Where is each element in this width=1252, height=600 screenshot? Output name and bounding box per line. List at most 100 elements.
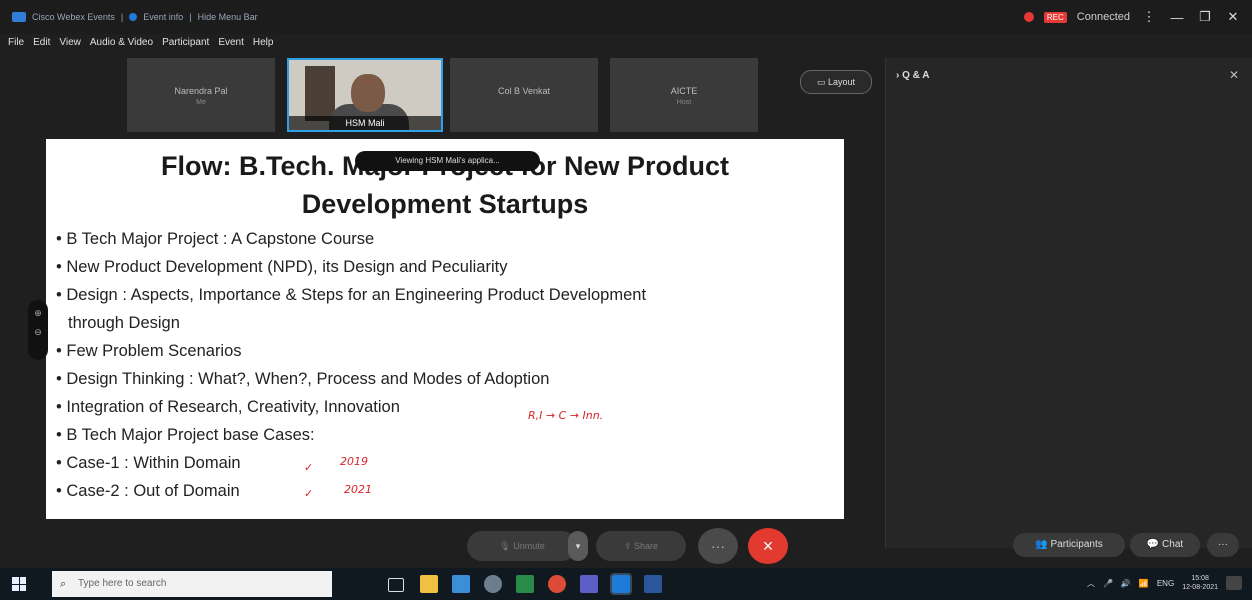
participant-name: HSM Mali: [289, 116, 441, 130]
app-title: Cisco Webex Events: [32, 12, 115, 22]
clock-time: 15:08: [1191, 575, 1209, 582]
chat-label: Chat: [1162, 539, 1184, 550]
zoom-in-icon[interactable]: ⊕: [28, 308, 48, 319]
menu-audio-video[interactable]: Audio & Video: [90, 37, 153, 48]
close-icon[interactable]: ✕: [1224, 9, 1242, 25]
bullet-item: • Case-2 : Out of Domain: [56, 482, 240, 500]
menu-event[interactable]: Event: [218, 37, 244, 48]
hide-menu-link[interactable]: Hide Menu Bar: [198, 12, 258, 22]
shared-slide: Flow: B.Tech. Major Project for New Prod…: [46, 139, 844, 519]
bullet-item: • Integration of Research, Creativity, I…: [56, 398, 400, 416]
bullet-item: • New Product Development (NPD), its Des…: [56, 258, 508, 276]
menu-participant[interactable]: Participant: [162, 37, 209, 48]
viewing-toast: Viewing HSM Mali's applica...: [355, 151, 540, 171]
chevron-right-icon: ›: [896, 70, 900, 81]
leave-meeting-button[interactable]: ×: [748, 528, 788, 564]
layout-button[interactable]: ▭ Layout: [800, 70, 872, 94]
task-view-icon[interactable]: [388, 578, 404, 592]
chevron-down-icon: ▾: [575, 541, 581, 551]
participant-tile[interactable]: AICTE Host: [610, 58, 758, 132]
layout-label: Layout: [828, 77, 856, 87]
more-options-button[interactable]: ···: [698, 528, 738, 564]
share-button[interactable]: ⇪ Share: [596, 531, 686, 561]
participant-tile[interactable]: Narendra Pal Me: [127, 58, 275, 132]
webex-taskbar-icon[interactable]: [610, 573, 632, 595]
participant-role: Me: [196, 99, 206, 106]
video-background: [305, 66, 335, 121]
participants-label: Participants: [1050, 539, 1103, 550]
search-placeholder: Type here to search: [78, 578, 167, 589]
menu-edit[interactable]: Edit: [33, 37, 50, 48]
bullet-item: • B Tech Major Project : A Capstone Cour…: [56, 230, 375, 248]
notification-icon[interactable]: [1226, 576, 1242, 590]
participant-role: Host: [676, 99, 692, 106]
calculator-icon[interactable]: [516, 575, 534, 593]
bullet-item: • Few Problem Scenarios: [56, 342, 242, 360]
settings-app-icon[interactable]: [484, 575, 502, 593]
windows-start-icon[interactable]: [12, 577, 26, 591]
rec-badge: REC: [1043, 11, 1067, 23]
handwritten-year: 2019: [340, 455, 368, 468]
teams-icon[interactable]: [580, 575, 598, 593]
chat-icon: 💬: [1146, 539, 1160, 550]
slide-title-line2: Development Startups: [301, 189, 589, 219]
close-icon: ×: [762, 536, 774, 556]
close-icon[interactable]: ✕: [1229, 68, 1239, 82]
menu-file[interactable]: File: [8, 37, 24, 48]
zoom-control: ⊕ ⊖: [28, 300, 48, 360]
clock-date: 12-08-2021: [1182, 584, 1218, 591]
audio-options-button[interactable]: ▾: [568, 531, 588, 561]
title-left: Cisco Webex Events | Event info | Hide M…: [12, 12, 258, 22]
mail-icon[interactable]: [452, 575, 470, 593]
more-vert-icon[interactable]: ⋮: [1140, 9, 1158, 25]
file-explorer-icon[interactable]: [420, 575, 438, 593]
unmute-label: Unmute: [513, 541, 545, 551]
network-icon[interactable]: 📶: [1139, 579, 1149, 588]
participant-name: Col B Venkat: [497, 86, 551, 96]
participant-tile[interactable]: Col B Venkat: [450, 58, 598, 132]
bullet-list: • B Tech Major Project : A Capstone Cour…: [56, 225, 836, 505]
participants-button[interactable]: 👥 Participants: [1013, 533, 1125, 557]
minimize-icon[interactable]: —: [1168, 10, 1186, 25]
microphone-icon: 🎙: [499, 541, 511, 551]
share-icon: ⇪: [623, 541, 632, 551]
title-right: REC Connected ⋮ — ❐ ✕: [1023, 9, 1242, 25]
chevron-up-icon[interactable]: ︿: [1087, 578, 1095, 589]
volume-icon[interactable]: 🔊: [1121, 579, 1131, 588]
event-info-link[interactable]: Event info: [143, 12, 183, 22]
webex-logo-icon: [12, 12, 26, 22]
people-icon: 👥: [1035, 539, 1048, 550]
taskbar: ⌕ Type here to search ︿ 🎤 🔊 📶 ENG 15:08 …: [0, 568, 1252, 600]
chrome-icon[interactable]: [548, 575, 566, 593]
bullet-continuation: through Design: [68, 314, 180, 332]
video-person-head: [351, 74, 385, 112]
microphone-tray-icon[interactable]: 🎤: [1103, 579, 1113, 588]
connection-status[interactable]: Connected: [1077, 11, 1130, 23]
more-icon: ···: [1218, 539, 1228, 550]
language-indicator[interactable]: ENG: [1157, 579, 1174, 588]
participant-name: Narendra Pal: [174, 86, 228, 96]
zoom-out-icon[interactable]: ⊖: [28, 327, 48, 338]
handwritten-checkmark: ✓: [304, 487, 314, 500]
title-bar: Cisco Webex Events | Event info | Hide M…: [0, 0, 1252, 34]
bullet-item: • B Tech Major Project base Cases:: [56, 426, 315, 444]
word-icon[interactable]: [644, 575, 662, 593]
record-icon: [1023, 12, 1034, 22]
participant-tile-active[interactable]: HSM Mali: [287, 58, 443, 132]
menu-help[interactable]: Help: [253, 37, 274, 48]
handwritten-annotation: R,I → C → Inn.: [528, 409, 604, 422]
more-icon: ···: [711, 538, 725, 554]
clock[interactable]: 15:08 12-08-2021: [1182, 574, 1218, 592]
qa-panel: › Q & A ✕: [885, 58, 1252, 548]
menu-view[interactable]: View: [59, 37, 81, 48]
bullet-item: • Case-1 : Within Domain: [56, 454, 241, 472]
qa-title: Q & A: [902, 70, 930, 81]
search-icon: ⌕: [60, 578, 67, 590]
taskbar-search-input[interactable]: ⌕ Type here to search: [52, 571, 332, 597]
chat-button[interactable]: 💬 Chat: [1130, 533, 1200, 557]
panel-overflow-button[interactable]: ···: [1207, 533, 1239, 557]
handwritten-checkmark: ✓: [304, 461, 314, 474]
qa-header[interactable]: › Q & A: [896, 70, 930, 81]
restore-icon[interactable]: ❐: [1196, 9, 1214, 25]
unmute-button[interactable]: 🎙 Unmute: [467, 531, 577, 561]
